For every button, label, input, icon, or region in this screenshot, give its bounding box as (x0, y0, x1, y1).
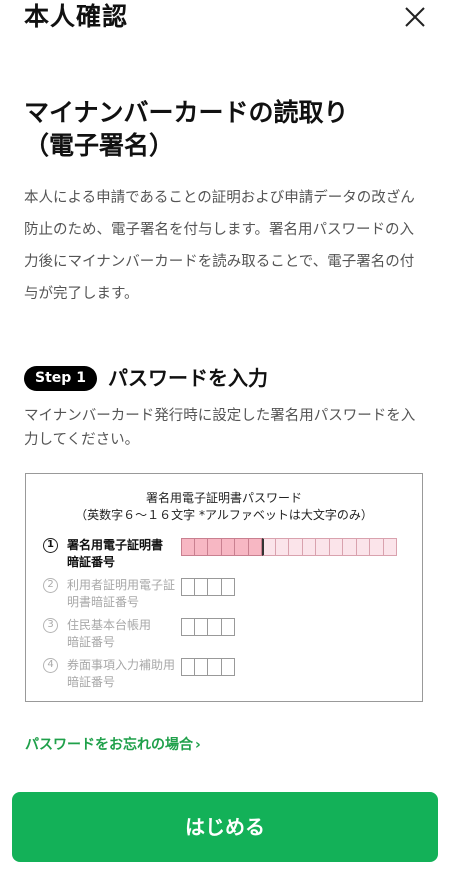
password-cell (194, 618, 208, 636)
password-cell (262, 538, 276, 556)
start-button[interactable]: はじめる (12, 792, 438, 862)
row-label-line1: 住民基本台帳用 (67, 618, 152, 632)
password-cells (181, 578, 235, 596)
password-cell (289, 538, 303, 556)
row-label-line2: 暗証番号 (67, 675, 116, 689)
header-bar: 本人確認 (0, 0, 450, 36)
password-cell (208, 538, 222, 556)
password-cell (316, 538, 330, 556)
password-cell (221, 578, 235, 596)
forgot-password-label: パスワードをお忘れの場合 (25, 737, 193, 753)
row-number: 3 (43, 618, 58, 633)
section-title-line1: マイナンバーカードの読取り (24, 98, 349, 127)
row-label-line1: 利用者証明用電子証 (67, 578, 176, 592)
step-header: Step 1 パスワードを入力 (24, 363, 434, 393)
row-number: 1 (43, 538, 58, 553)
password-row-signature: 1 署名用電子証明書 暗証番号 (43, 538, 413, 574)
password-cells (181, 538, 397, 556)
row-label: 署名用電子証明書 暗証番号 (67, 537, 182, 571)
password-cells (181, 658, 235, 676)
password-cell (248, 538, 262, 556)
password-cell (221, 658, 235, 676)
row-label-line1: 券面事項入力補助用 (67, 658, 176, 672)
chevron-right-icon: › (195, 737, 201, 753)
password-cell (181, 578, 195, 596)
password-cell (356, 538, 370, 556)
close-button[interactable] (400, 2, 430, 32)
password-row-card-info: 4 券面事項入力補助用 暗証番号 (43, 658, 413, 694)
section-title-line2: （電子署名） (24, 131, 175, 160)
row-label-line2: 暗証番号 (67, 635, 116, 649)
password-cell (181, 618, 195, 636)
password-cell (208, 658, 222, 676)
password-cell (221, 618, 235, 636)
password-cell (235, 538, 249, 556)
forgot-password-link[interactable]: パスワードをお忘れの場合 › (25, 735, 201, 755)
row-label: 住民基本台帳用 暗証番号 (67, 617, 182, 651)
password-cell (208, 578, 222, 596)
password-cell (181, 538, 195, 556)
password-row-resident: 3 住民基本台帳用 暗証番号 (43, 618, 413, 654)
password-cell (329, 538, 343, 556)
step-title: パスワードを入力 (108, 366, 268, 390)
password-row-user-cert: 2 利用者証明用電子証 明書暗証番号 (43, 578, 413, 614)
row-number: 4 (43, 658, 58, 673)
password-diagram-title-line1: 署名用電子証明書パスワード (145, 491, 302, 505)
row-number: 2 (43, 578, 58, 593)
description-text: 本人による申請であることの証明および申請データの改ざん防止のため、電子署名を付与… (24, 190, 415, 302)
password-cell (383, 538, 397, 556)
row-label: 券面事項入力補助用 暗証番号 (67, 657, 182, 691)
section-title: マイナンバーカードの読取り （電子署名） (24, 96, 434, 162)
password-cell (181, 658, 195, 676)
password-cell (302, 538, 316, 556)
password-cell (194, 658, 208, 676)
password-cell (343, 538, 357, 556)
password-diagram-title: 署名用電子証明書パスワード （英数字６～１６文字 *アルファベットは大文字のみ） (26, 490, 422, 524)
password-cell (370, 538, 384, 556)
row-label: 利用者証明用電子証 明書暗証番号 (67, 577, 182, 611)
password-cell (194, 538, 208, 556)
row-label-line1: 署名用電子証明書 (67, 538, 164, 552)
password-cell (275, 538, 289, 556)
password-cells (181, 618, 235, 636)
close-icon (405, 7, 425, 27)
row-label-line2: 暗証番号 (67, 555, 116, 569)
step-description: マイナンバーカード発行時に設定した署名用パスワードを入力してください。 (24, 408, 416, 448)
step-badge: Step 1 (24, 366, 97, 391)
password-cell (208, 618, 222, 636)
password-diagram: 署名用電子証明書パスワード （英数字６～１６文字 *アルファベットは大文字のみ）… (25, 473, 423, 702)
password-diagram-title-line2: （英数字６～１６文字 *アルファベットは大文字のみ） (75, 508, 373, 522)
password-cell (221, 538, 235, 556)
password-cell (194, 578, 208, 596)
row-label-line2: 明書暗証番号 (67, 595, 140, 609)
page-title: 本人確認 (24, 2, 129, 31)
